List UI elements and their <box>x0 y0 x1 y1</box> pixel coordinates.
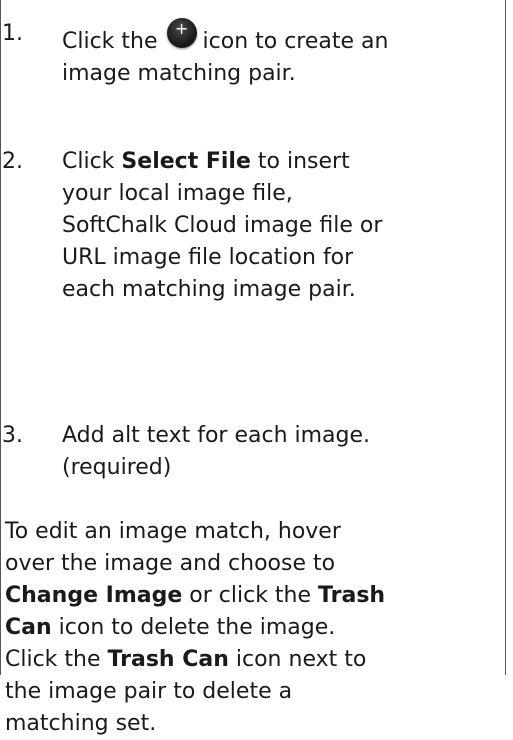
note-line-6: the image pair to delete a <box>5 679 293 704</box>
note-line-2: over the image and choose to <box>5 551 336 576</box>
trash-label-part2: Can <box>5 615 52 640</box>
step-1-line-2: image matching pair. <box>62 61 296 86</box>
left-border <box>0 0 1 675</box>
step-2-line-4: URL image file location for <box>62 245 354 270</box>
step-2-line-2: your local image file, <box>62 181 293 206</box>
edit-instructions-note: To edit an image match, hover over the i… <box>5 516 500 740</box>
step-2-line-5: each matching image pair. <box>62 277 356 302</box>
note-line-4-rest: icon to delete the image. <box>58 615 336 640</box>
right-border <box>505 0 506 675</box>
note-line-5-post: icon next to <box>235 647 367 672</box>
note-line-1: To edit an image match, hover <box>5 519 341 544</box>
step-2-line-1: Click Select File to insert <box>62 146 497 178</box>
note-line-7: matching set. <box>5 711 157 736</box>
step-text: Click Select File to insert your local i… <box>62 146 497 306</box>
step-3-line-2: (required) <box>62 455 172 480</box>
step-2-pre-text: Click <box>62 149 115 174</box>
instructions-panel: 1. Click the +icon to create an image ma… <box>0 0 513 736</box>
trash-can-label: Trash Can <box>107 647 229 672</box>
change-image-label: Change Image <box>5 583 183 608</box>
note-line-3-mid: or click the <box>189 583 312 608</box>
step-text: Add alt text for each image. (required) <box>62 420 497 484</box>
step-2-post-text: to insert <box>257 149 350 174</box>
step-3-line-1: Add alt text for each image. <box>62 423 371 448</box>
note-line-3: Change Image or click the Trash <box>5 580 500 612</box>
step-number: 1. <box>2 21 23 46</box>
step-number: 2. <box>2 149 23 174</box>
trash-label-part1: Trash <box>318 583 386 608</box>
note-line-4: Can icon to delete the image. <box>5 612 500 644</box>
step-1-post-text: icon to create an <box>202 29 389 54</box>
step-2-line-3: SoftChalk Cloud image file or <box>62 213 383 238</box>
step-number: 3. <box>2 423 23 448</box>
plus-circle-icon: + <box>166 18 197 48</box>
note-line-5: Click the Trash Can icon next to <box>5 644 500 676</box>
step-text: Click the +icon to create an image match… <box>62 18 497 90</box>
step-1-line-1: Click the +icon to create an <box>62 18 497 58</box>
step-1-pre-text: Click the <box>62 29 158 54</box>
select-file-label: Select File <box>121 149 251 174</box>
note-line-5-pre: Click the <box>5 647 101 672</box>
